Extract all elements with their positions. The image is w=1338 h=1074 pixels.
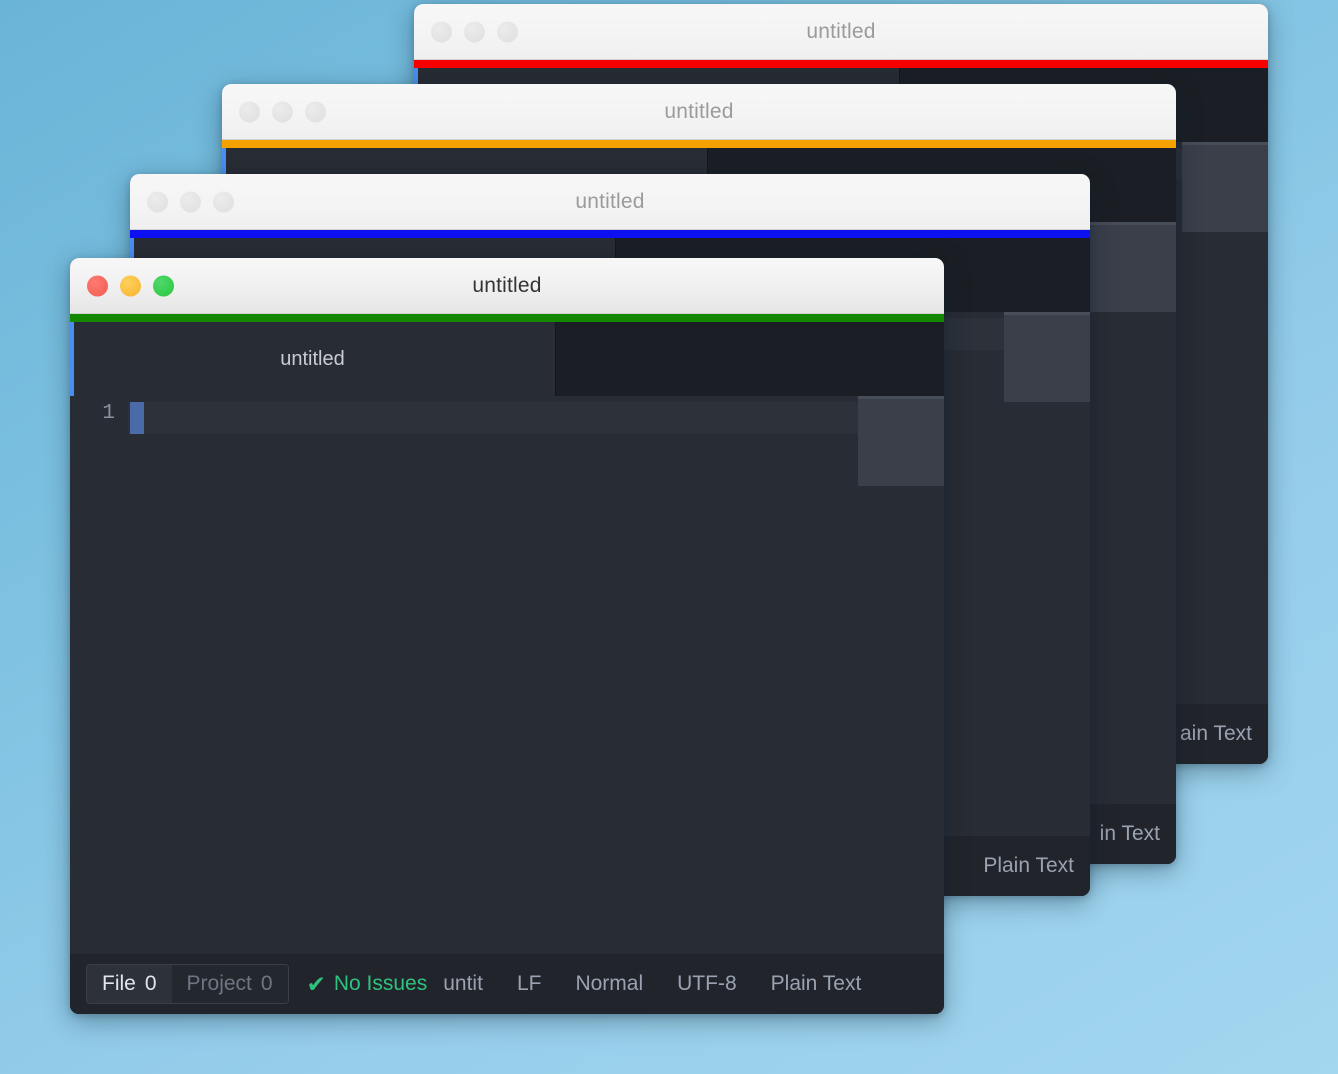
- file-diagnostics-button[interactable]: File 0: [87, 965, 172, 1003]
- window-green-active[interactable]: untitled untitled 1 File 0 Project 0 ✔ N…: [70, 258, 944, 1014]
- minimize-button-icon[interactable]: [272, 101, 293, 122]
- minimap-red[interactable]: [1182, 142, 1268, 704]
- window-title-green: untitled: [472, 273, 542, 297]
- window-title-red: untitled: [806, 19, 876, 43]
- diagnostics-toggle-group[interactable]: File 0 Project 0: [86, 964, 289, 1004]
- desktop-background: untitled untitled 1: [0, 0, 1338, 1074]
- file-diagnostics-label: File: [102, 972, 136, 995]
- minimap-blue[interactable]: [1004, 312, 1090, 836]
- close-button-icon[interactable]: [431, 21, 452, 42]
- traffic-lights-blue[interactable]: [147, 191, 234, 212]
- line-ending-button[interactable]: LF: [517, 972, 542, 996]
- cursor-line-highlight: [128, 402, 944, 434]
- window-body-green: untitled 1 File 0 Project 0 ✔ No Issues …: [70, 322, 944, 1014]
- checkmark-icon: ✔: [306, 970, 326, 997]
- text-cursor: [130, 402, 144, 434]
- minimize-button-icon[interactable]: [464, 21, 485, 42]
- close-button-icon[interactable]: [147, 191, 168, 212]
- editor-mode-button[interactable]: Normal: [575, 972, 643, 996]
- grammar-button[interactable]: Plain Text: [771, 972, 862, 996]
- accent-bar-red: [414, 60, 1268, 68]
- titlebar-green[interactable]: untitled: [70, 258, 944, 314]
- minimap-slider[interactable]: [1004, 312, 1090, 402]
- minimap-slider[interactable]: [858, 396, 944, 486]
- current-file-name[interactable]: untit: [443, 972, 483, 996]
- accent-bar-blue: [130, 230, 1090, 238]
- titlebar-red[interactable]: untitled: [414, 4, 1268, 60]
- minimap-slider[interactable]: [1182, 142, 1268, 232]
- project-diagnostics-label: Project: [186, 972, 252, 995]
- titlebar-blue[interactable]: untitled: [130, 174, 1090, 230]
- no-issues-label: No Issues: [333, 972, 428, 995]
- maximize-button-icon[interactable]: [305, 101, 326, 122]
- accent-bar-green: [70, 314, 944, 322]
- tabbar-green: untitled: [70, 322, 944, 396]
- encoding-button[interactable]: UTF-8: [677, 972, 737, 996]
- accent-bar-orange: [222, 140, 1176, 148]
- maximize-button-icon[interactable]: [153, 275, 174, 296]
- grammar-label-orange[interactable]: in Text: [1100, 822, 1160, 846]
- close-button-icon[interactable]: [87, 275, 108, 296]
- close-button-icon[interactable]: [239, 101, 260, 122]
- gutter-green: 1: [70, 396, 128, 954]
- tab-active-edge-icon: [70, 322, 74, 396]
- project-diagnostics-count: 0: [260, 972, 273, 995]
- file-diagnostics-count: 0: [144, 972, 157, 995]
- project-diagnostics-button[interactable]: Project 0: [171, 965, 288, 1003]
- traffic-lights-orange[interactable]: [239, 101, 326, 122]
- window-title-orange: untitled: [664, 99, 734, 123]
- tab-untitled-green[interactable]: untitled: [70, 322, 556, 396]
- minimap-orange[interactable]: [1090, 222, 1176, 804]
- minimize-button-icon[interactable]: [180, 191, 201, 212]
- minimize-button-icon[interactable]: [120, 275, 141, 296]
- window-title-blue: untitled: [575, 189, 645, 213]
- code-area-green[interactable]: [128, 396, 944, 954]
- no-issues-status[interactable]: ✔ No Issues: [307, 972, 428, 996]
- traffic-lights-green[interactable]: [87, 275, 174, 296]
- editor-green[interactable]: 1: [70, 396, 944, 954]
- tab-label: untitled: [280, 347, 345, 370]
- maximize-button-icon[interactable]: [213, 191, 234, 212]
- traffic-lights-red[interactable]: [431, 21, 518, 42]
- grammar-label-red[interactable]: ain Text: [1180, 722, 1252, 746]
- maximize-button-icon[interactable]: [497, 21, 518, 42]
- minimap-slider[interactable]: [1090, 222, 1176, 312]
- minimap-green[interactable]: [858, 396, 944, 954]
- statusbar-green: File 0 Project 0 ✔ No Issues untit LF No…: [70, 954, 944, 1014]
- titlebar-orange[interactable]: untitled: [222, 84, 1176, 140]
- grammar-label-blue[interactable]: Plain Text: [983, 854, 1074, 878]
